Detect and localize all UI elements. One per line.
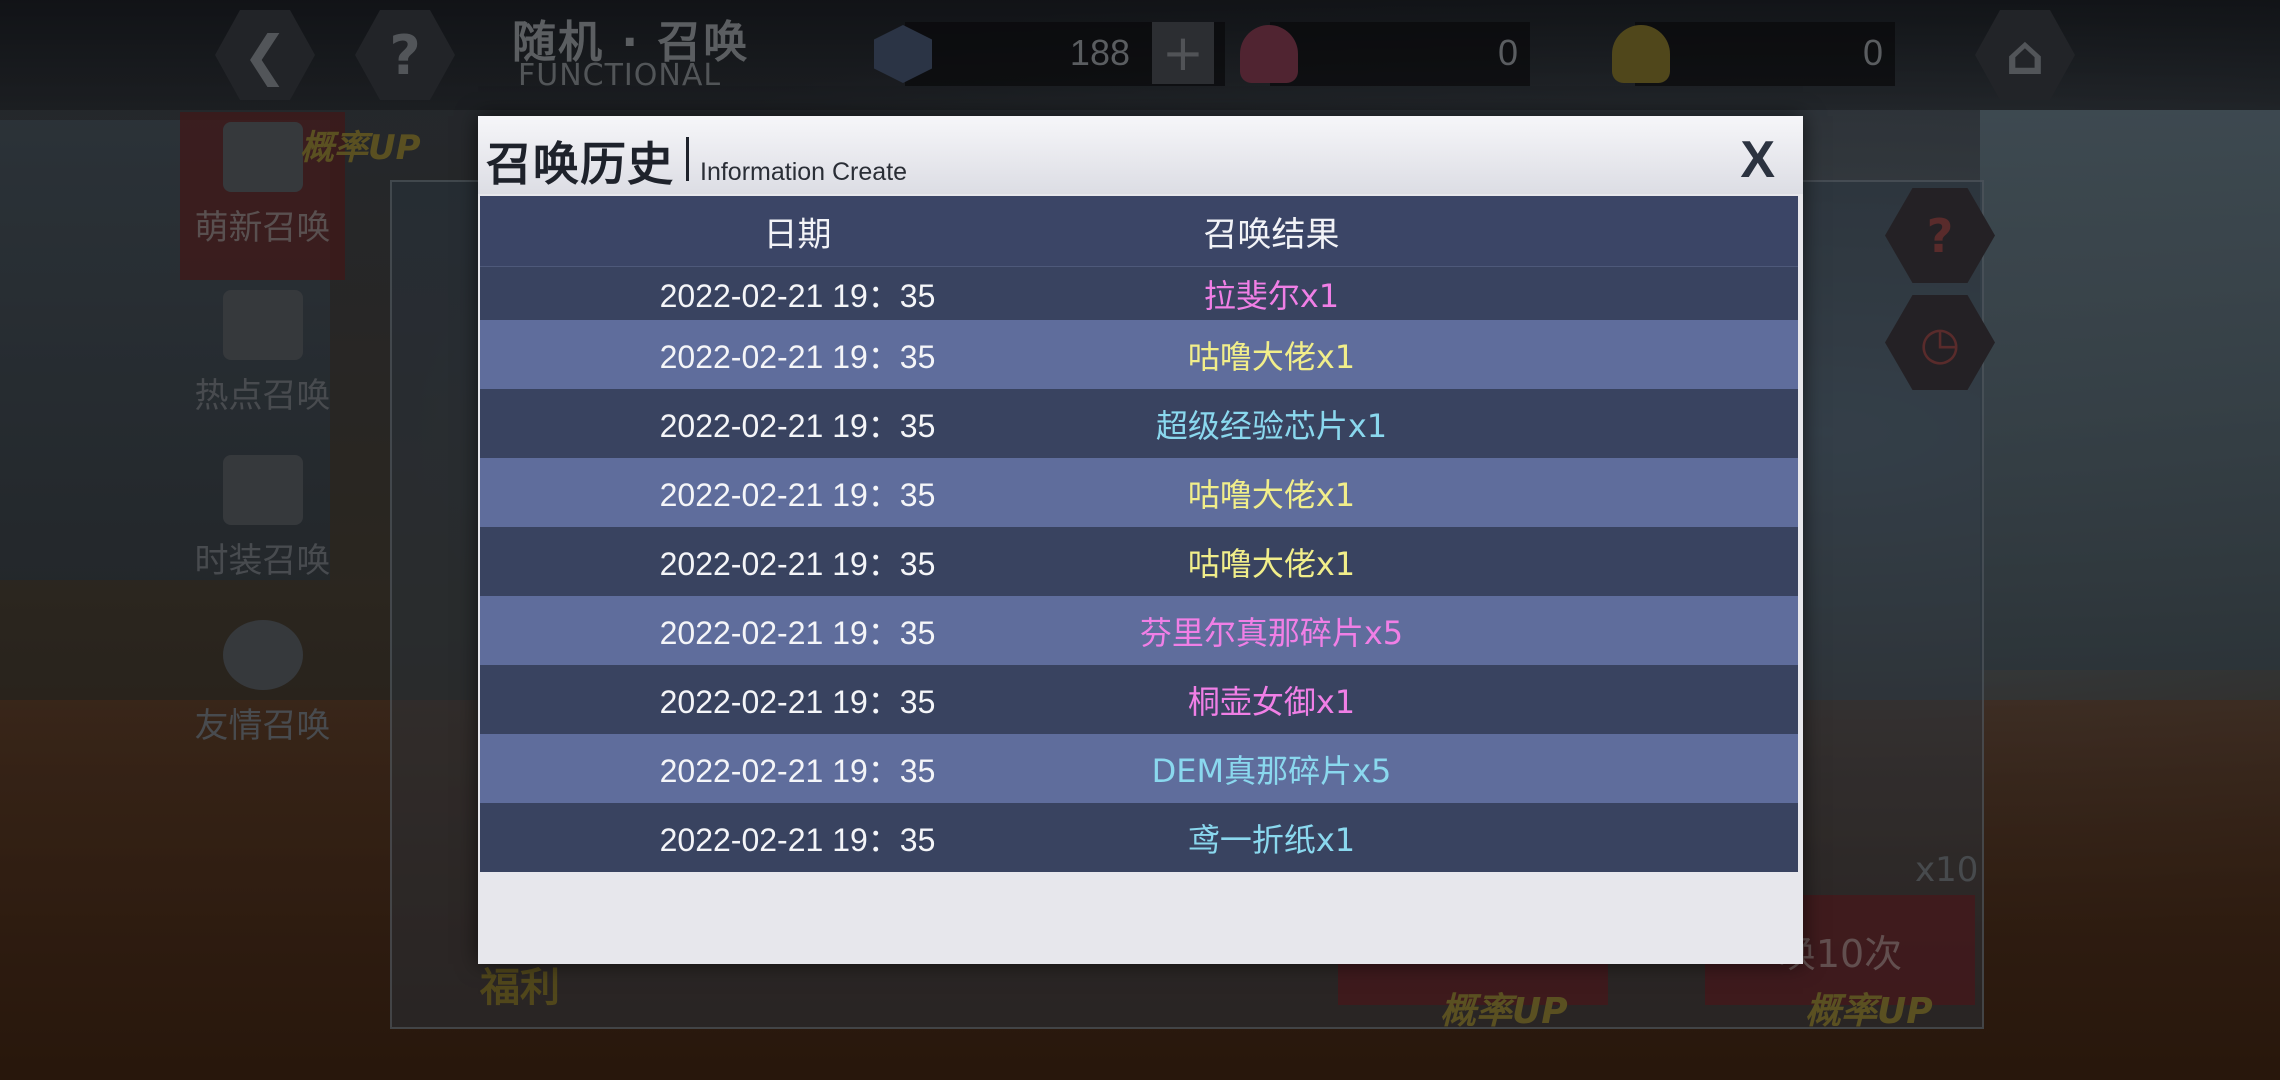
table-row: 2022-02-21 19：35 超级经验芯片x1: [480, 389, 1798, 458]
table-row: 2022-02-21 19：35 咕噜大佬x1: [480, 458, 1798, 527]
history-table[interactable]: 日期 召唤结果 2022-02-21 19：35 拉斐尔x1 2022-02-21 …: [480, 196, 1798, 872]
row-result: 芬里尔真那碎片x5: [1139, 613, 1404, 652]
table-body: 2022-02-21 19：35 拉斐尔x1 2022-02-21 19：35 咕噜大…: [480, 267, 1798, 872]
table-row: 2022-02-21 19：35 桐壶女御x1: [480, 665, 1798, 734]
table-row: 2022-02-21 19：35 咕噜大佬x1: [480, 527, 1798, 596]
table-row: 2022-02-21 19：35 鸢一折纸x1: [480, 803, 1798, 872]
dialog-subtitle: Information Create: [700, 158, 908, 186]
table-header: 日期 召唤结果: [480, 196, 1798, 267]
dialog-header: 召唤历史 Information Create X: [478, 116, 1803, 194]
title-divider: [686, 137, 689, 181]
column-header-result: 召唤结果: [1203, 214, 1340, 255]
row-result: 鸢一折纸x1: [1187, 820, 1356, 859]
row-result: 咕噜大佬x1: [1187, 337, 1356, 376]
row-result: DEM真那碎片x5: [1151, 751, 1392, 790]
row-result: 拉斐尔x1: [1203, 276, 1340, 315]
table-row: 2022-02-21 19：35 拉斐尔x1: [480, 267, 1798, 320]
row-result: 咕噜大佬x1: [1187, 475, 1356, 514]
table-row: 2022-02-21 19：35 DEM真那碎片x5: [480, 734, 1798, 803]
close-button[interactable]: X: [1740, 130, 1775, 190]
summon-history-dialog: 召唤历史 Information Create X 日期 召唤结果 2022-0…: [478, 116, 1803, 964]
row-result: 咕噜大佬x1: [1187, 544, 1356, 583]
table-row: 2022-02-21 19：35 咕噜大佬x1: [480, 320, 1798, 389]
dialog-title: 召唤历史: [486, 137, 674, 191]
row-result: 桐壶女御x1: [1187, 682, 1356, 721]
row-result: 超级经验芯片x1: [1155, 406, 1388, 445]
table-row: 2022-02-21 19：35 芬里尔真那碎片x5: [480, 596, 1798, 665]
